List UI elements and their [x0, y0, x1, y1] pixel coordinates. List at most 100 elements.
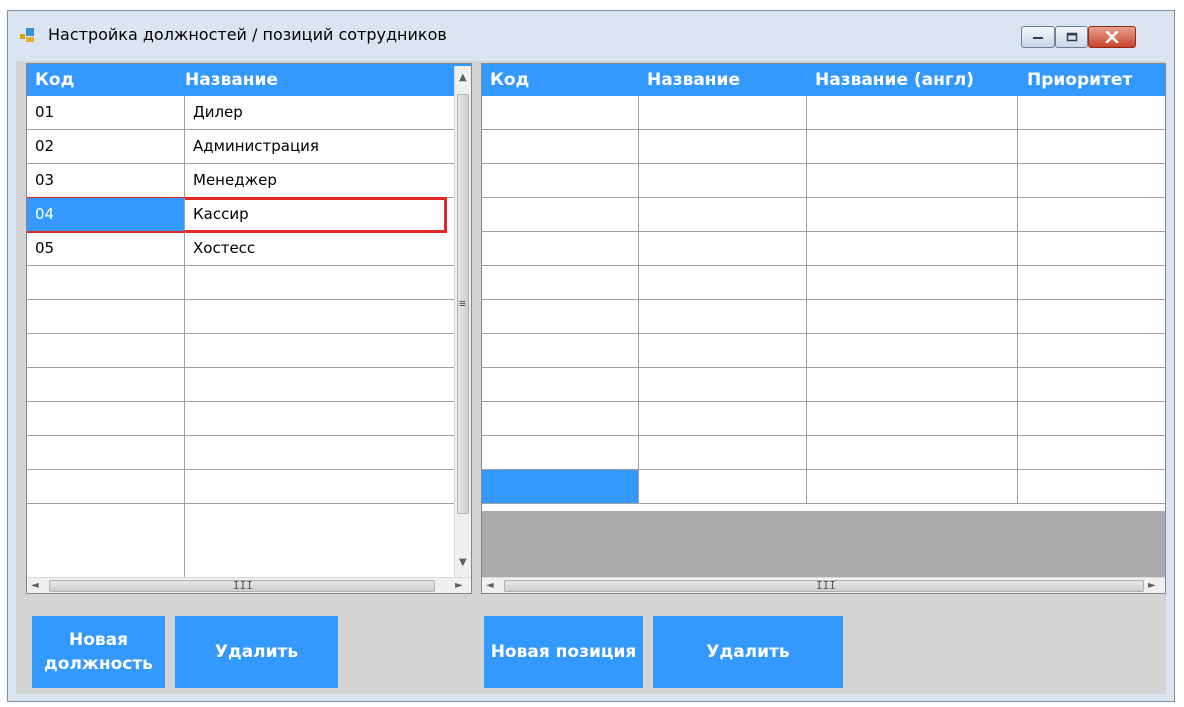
table-row-empty[interactable]: [27, 266, 454, 300]
cell-name[interactable]: Дилер: [185, 96, 454, 129]
column-header-name[interactable]: Название: [639, 64, 807, 96]
cell-empty[interactable]: [639, 334, 807, 367]
cell-empty[interactable]: [639, 232, 807, 265]
scroll-up-icon[interactable]: ▲: [459, 72, 467, 84]
delete-position-button[interactable]: Удалить: [175, 616, 338, 688]
cell-empty[interactable]: [639, 402, 807, 435]
cell-empty[interactable]: [639, 130, 807, 163]
cell-empty[interactable]: [482, 198, 639, 231]
table-row-empty[interactable]: [482, 402, 1165, 436]
cell-empty[interactable]: [639, 368, 807, 401]
cell-empty[interactable]: [807, 198, 1018, 231]
table-row[interactable]: 05 Хостесс: [27, 232, 454, 266]
roles-grid[interactable]: Код Название Название (англ) Приоритет ◄…: [481, 63, 1166, 594]
column-header-priority[interactable]: Приоритет: [1019, 64, 1165, 96]
cell-empty[interactable]: [27, 266, 185, 299]
cell-name[interactable]: Администрация: [185, 130, 454, 163]
table-row-empty[interactable]: [27, 300, 454, 334]
cell-empty[interactable]: [807, 470, 1018, 503]
close-button[interactable]: [1088, 26, 1136, 48]
cell-empty[interactable]: [639, 300, 807, 333]
cell-empty[interactable]: [482, 402, 639, 435]
cell-empty[interactable]: [639, 198, 807, 231]
vertical-scrollbar[interactable]: ▲ ≡ ▼: [454, 66, 471, 577]
table-row-empty[interactable]: [482, 164, 1165, 198]
cell-code[interactable]: 01: [27, 96, 185, 129]
title-bar[interactable]: Настройка должностей / позиций сотрудник…: [8, 11, 1174, 61]
table-row-empty[interactable]: [27, 368, 454, 402]
positions-grid[interactable]: Код Название 01 Дилер 02 Администрация 0…: [26, 63, 472, 594]
cell-code[interactable]: 03: [27, 164, 185, 197]
cell-empty[interactable]: [27, 436, 185, 469]
cell-empty[interactable]: [482, 368, 639, 401]
cell-name[interactable]: Кассир: [185, 198, 446, 231]
scroll-right-icon[interactable]: ►: [455, 580, 463, 592]
table-row-new[interactable]: [482, 470, 1165, 504]
cell-empty[interactable]: [639, 96, 807, 129]
column-header-name[interactable]: Название: [177, 64, 445, 96]
cell-empty[interactable]: [639, 266, 807, 299]
minimize-button[interactable]: [1021, 26, 1055, 48]
horizontal-scrollbar[interactable]: ◄ III ►: [27, 577, 471, 593]
new-role-button[interactable]: Новая позиция: [484, 616, 643, 688]
table-row[interactable]: 03 Менеджер: [27, 164, 454, 198]
new-position-button[interactable]: Новая должность: [32, 616, 165, 688]
cell-code[interactable]: 02: [27, 130, 185, 163]
cell-empty[interactable]: [807, 96, 1018, 129]
table-row-empty[interactable]: [482, 96, 1165, 130]
table-row-empty[interactable]: [482, 368, 1165, 402]
delete-role-button[interactable]: Удалить: [653, 616, 843, 688]
table-row-empty[interactable]: [482, 130, 1165, 164]
cell-empty[interactable]: [482, 130, 639, 163]
table-row-selected[interactable]: 04 Кассир: [27, 197, 447, 233]
cell-empty[interactable]: [639, 470, 807, 503]
table-row-empty[interactable]: [27, 402, 454, 436]
table-row-empty[interactable]: [27, 504, 454, 577]
cell-empty[interactable]: [27, 368, 185, 401]
cell-empty[interactable]: [482, 96, 639, 129]
table-row-empty[interactable]: [482, 266, 1165, 300]
cell-empty[interactable]: [27, 402, 185, 435]
cell-empty[interactable]: [482, 300, 639, 333]
scroll-down-icon[interactable]: ▼: [459, 557, 467, 569]
table-row-empty[interactable]: [482, 232, 1165, 266]
cell-empty[interactable]: [27, 300, 185, 333]
cell-name[interactable]: Хостесс: [185, 232, 454, 265]
table-row[interactable]: 02 Администрация: [27, 130, 454, 164]
table-row-empty[interactable]: [482, 198, 1165, 232]
cell-empty[interactable]: [807, 266, 1018, 299]
table-row-empty[interactable]: [482, 334, 1165, 368]
cell-empty[interactable]: [807, 164, 1018, 197]
cell-empty[interactable]: [807, 232, 1018, 265]
table-row-empty[interactable]: [482, 436, 1165, 470]
cell-empty[interactable]: [807, 130, 1018, 163]
column-header-code[interactable]: Код: [482, 64, 640, 96]
table-row-empty[interactable]: [27, 436, 454, 470]
cell-empty[interactable]: [807, 402, 1018, 435]
cell-code[interactable]: 05: [27, 232, 185, 265]
column-header-code[interactable]: Код: [27, 64, 185, 96]
table-row-empty[interactable]: [27, 334, 454, 368]
scroll-left-icon[interactable]: ◄: [31, 580, 39, 592]
cell-code[interactable]: 04: [27, 198, 185, 231]
cell-empty[interactable]: [27, 470, 185, 503]
cell-new-code[interactable]: [482, 470, 639, 503]
cell-empty[interactable]: [807, 334, 1018, 367]
cell-empty[interactable]: [482, 436, 639, 469]
cell-empty[interactable]: [27, 334, 185, 367]
cell-empty[interactable]: [482, 266, 639, 299]
column-header-name-english[interactable]: Название (англ): [807, 64, 1015, 96]
cell-empty[interactable]: [639, 164, 807, 197]
cell-empty[interactable]: [807, 300, 1018, 333]
cell-empty[interactable]: [27, 504, 185, 577]
maximize-button[interactable]: [1055, 26, 1088, 48]
table-row-empty[interactable]: [27, 470, 454, 504]
cell-empty[interactable]: [482, 164, 639, 197]
table-row[interactable]: 01 Дилер: [27, 96, 454, 130]
scroll-left-icon[interactable]: ◄: [486, 580, 494, 592]
table-row-empty[interactable]: [482, 300, 1165, 334]
cell-empty[interactable]: [807, 368, 1018, 401]
cell-name[interactable]: Менеджер: [185, 164, 454, 197]
horizontal-scrollbar[interactable]: ◄ III ►: [482, 577, 1165, 593]
cell-empty[interactable]: [482, 334, 639, 367]
